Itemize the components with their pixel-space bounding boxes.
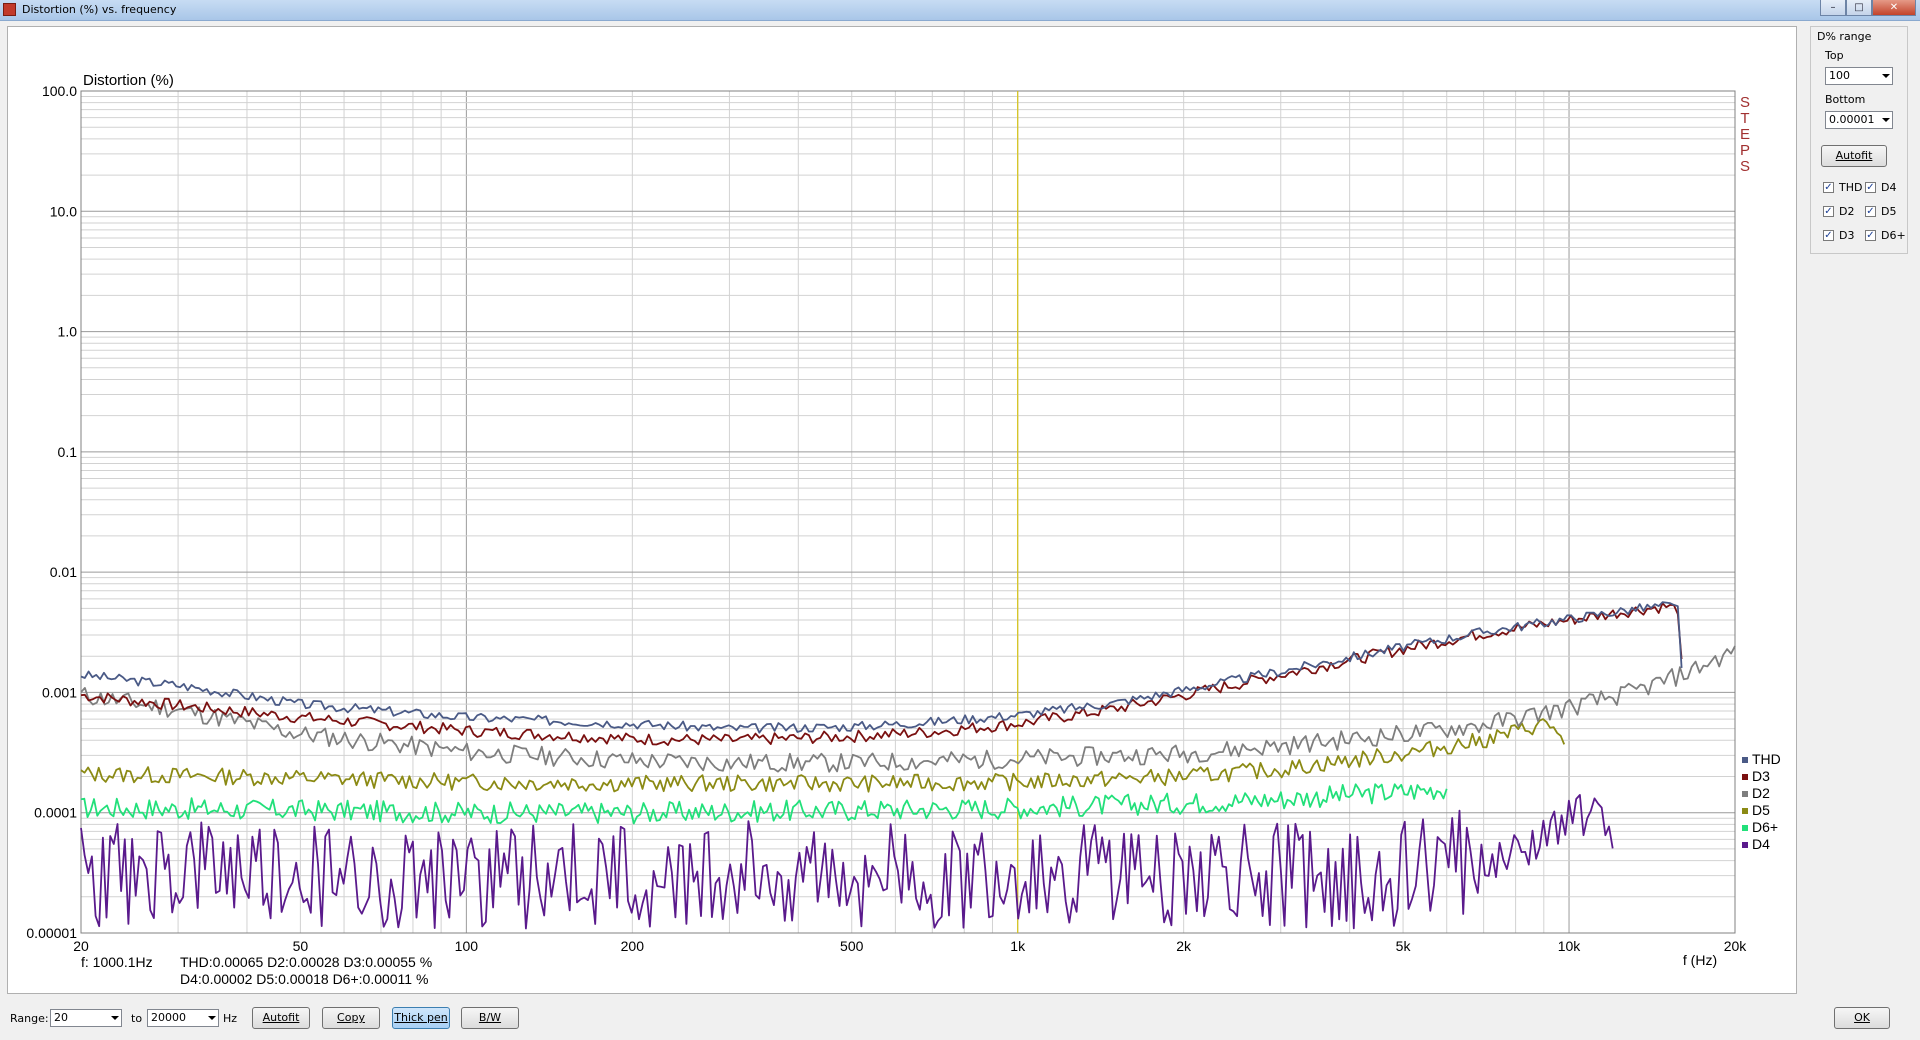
close-button[interactable]: ✕ bbox=[1872, 0, 1916, 16]
check-icon: ✓ bbox=[1865, 230, 1876, 241]
d-range-title: D% range bbox=[1817, 30, 1872, 43]
y-tick-label: 0.0001 bbox=[34, 805, 77, 821]
x-tick-label: 5k bbox=[1396, 938, 1412, 954]
side-text-letter: E bbox=[1740, 126, 1750, 143]
check-icon: ✓ bbox=[1865, 206, 1876, 217]
x-tick-label: 2k bbox=[1176, 938, 1192, 954]
series-line-thd bbox=[80, 601, 1683, 734]
checkbox-d2[interactable]: ✓ D2 bbox=[1823, 205, 1854, 219]
range-label: Range: bbox=[10, 1012, 49, 1025]
x-tick-label: 1k bbox=[1010, 938, 1026, 954]
right-panel: D% range Top 100 Bottom 0.00001 Autofit … bbox=[1806, 26, 1920, 992]
bw-button[interactable]: B/W bbox=[461, 1007, 519, 1029]
y-tick-label: 100.0 bbox=[42, 83, 77, 99]
x-tick-label: 200 bbox=[621, 938, 645, 954]
bottom-select-value: 0.00001 bbox=[1829, 113, 1875, 126]
window-controls: – □ ✕ bbox=[1820, 0, 1916, 17]
readout-frequency: f: 1000.1Hz bbox=[81, 954, 153, 970]
legend-swatch bbox=[1742, 774, 1748, 780]
chevron-down-icon bbox=[1882, 74, 1890, 78]
bottom-select[interactable]: 0.00001 bbox=[1825, 111, 1893, 129]
range-to-select[interactable]: 20000 bbox=[147, 1009, 219, 1027]
plot-frame bbox=[80, 90, 1736, 934]
x-tick-label: 50 bbox=[293, 938, 309, 954]
legend-swatch bbox=[1742, 825, 1748, 831]
legend-label: D2 bbox=[1752, 785, 1770, 801]
range-from-select[interactable]: 20 bbox=[50, 1009, 122, 1027]
y-tick-label: 1.0 bbox=[58, 324, 78, 340]
checkbox-d6plus[interactable]: ✓ D6+ bbox=[1865, 229, 1906, 243]
checkbox-label: D3 bbox=[1839, 229, 1855, 242]
range-autofit-button[interactable]: Autofit bbox=[1821, 145, 1887, 167]
checkbox-d5[interactable]: ✓ D5 bbox=[1865, 205, 1896, 219]
thick-pen-button[interactable]: Thick pen bbox=[392, 1007, 450, 1029]
bottom-label: Bottom bbox=[1825, 93, 1866, 106]
readout-line-1: THD:0.00065 D2:0.00028 D3:0.00055 % bbox=[180, 954, 432, 970]
plot-panel[interactable]: 20 50 100 200 500 1k 2k 5k 10k 20k 0.00001 0.0001 0.… bbox=[7, 26, 1797, 994]
legend-swatch bbox=[1742, 757, 1748, 763]
legend-label: THD bbox=[1752, 751, 1781, 767]
checkbox-d3[interactable]: ✓ D3 bbox=[1823, 229, 1854, 243]
checkbox-label: THD bbox=[1839, 181, 1863, 194]
autofit-button[interactable]: Autofit bbox=[252, 1007, 310, 1029]
chevron-down-icon bbox=[1882, 118, 1890, 122]
y-tick-label: 0.1 bbox=[58, 444, 78, 460]
check-icon: ✓ bbox=[1823, 182, 1834, 193]
range-from-value: 20 bbox=[54, 1011, 68, 1024]
side-text-letter: P bbox=[1740, 142, 1750, 159]
side-text-letter: S bbox=[1740, 158, 1750, 175]
hz-unit-label: Hz bbox=[223, 1012, 238, 1025]
checkbox-label: D4 bbox=[1881, 181, 1897, 194]
top-select[interactable]: 100 bbox=[1825, 67, 1893, 85]
x-tick-label: 20k bbox=[1724, 938, 1748, 954]
checkbox-label: D6+ bbox=[1881, 229, 1906, 242]
legend-label: D3 bbox=[1752, 768, 1770, 784]
x-tick-label: 10k bbox=[1558, 938, 1582, 954]
copy-button[interactable]: Copy bbox=[322, 1007, 380, 1029]
checkbox-d4[interactable]: ✓ D4 bbox=[1865, 181, 1896, 195]
side-text-letter: S bbox=[1740, 94, 1750, 111]
checkbox-label: D5 bbox=[1881, 205, 1897, 218]
legend-label: D6+ bbox=[1752, 819, 1778, 835]
range-to-value: 20000 bbox=[151, 1011, 186, 1024]
y-axis-label: Distortion (%) bbox=[83, 72, 174, 89]
legend-label: D5 bbox=[1752, 802, 1770, 818]
to-label: to bbox=[131, 1012, 143, 1025]
y-tick-label: 0.01 bbox=[50, 564, 77, 580]
top-label: Top bbox=[1825, 49, 1844, 62]
x-tick-label: 100 bbox=[455, 938, 479, 954]
minimize-button[interactable]: – bbox=[1820, 0, 1846, 16]
check-icon: ✓ bbox=[1865, 182, 1876, 193]
distortion-chart[interactable]: 20 50 100 200 500 1k 2k 5k 10k 20k0.000010.00010.… bbox=[8, 27, 1796, 993]
chevron-down-icon bbox=[208, 1016, 216, 1020]
legend-label: D4 bbox=[1752, 836, 1770, 852]
app-icon bbox=[3, 3, 16, 16]
window-title: Distortion (%) vs. frequency bbox=[22, 3, 177, 16]
check-icon: ✓ bbox=[1823, 230, 1834, 241]
series-line-d3 bbox=[80, 602, 1683, 746]
checkbox-label: D2 bbox=[1839, 205, 1855, 218]
y-tick-label: 10.0 bbox=[50, 203, 77, 219]
d-range-group: D% range Top 100 Bottom 0.00001 Autofit … bbox=[1810, 26, 1908, 254]
x-tick-label: 500 bbox=[840, 938, 864, 954]
legend-swatch bbox=[1742, 808, 1748, 814]
legend-swatch bbox=[1742, 842, 1748, 848]
x-axis-label: f (Hz) bbox=[1683, 952, 1717, 968]
top-select-value: 100 bbox=[1829, 69, 1850, 82]
check-icon: ✓ bbox=[1823, 206, 1834, 217]
readout-line-2: D4:0.00002 D5:0.00018 D6+:0.00011 % bbox=[180, 971, 428, 987]
chevron-down-icon bbox=[111, 1016, 119, 1020]
title-bar: Distortion (%) vs. frequency – □ ✕ bbox=[0, 0, 1920, 21]
y-tick-label: 0.001 bbox=[42, 684, 77, 700]
checkbox-thd[interactable]: ✓ THD bbox=[1823, 181, 1862, 195]
side-text-letter: T bbox=[1740, 110, 1749, 127]
maximize-button[interactable]: □ bbox=[1846, 0, 1872, 16]
legend-swatch bbox=[1742, 791, 1748, 797]
bottom-toolbar: Range: 20 to 20000 Hz Autofit Copy Thick… bbox=[0, 1000, 1920, 1040]
ok-button[interactable]: OK bbox=[1834, 1007, 1890, 1029]
series-line-d6plus bbox=[80, 783, 1448, 825]
y-tick-label: 0.00001 bbox=[26, 925, 77, 941]
series-line-d2 bbox=[80, 645, 1736, 773]
